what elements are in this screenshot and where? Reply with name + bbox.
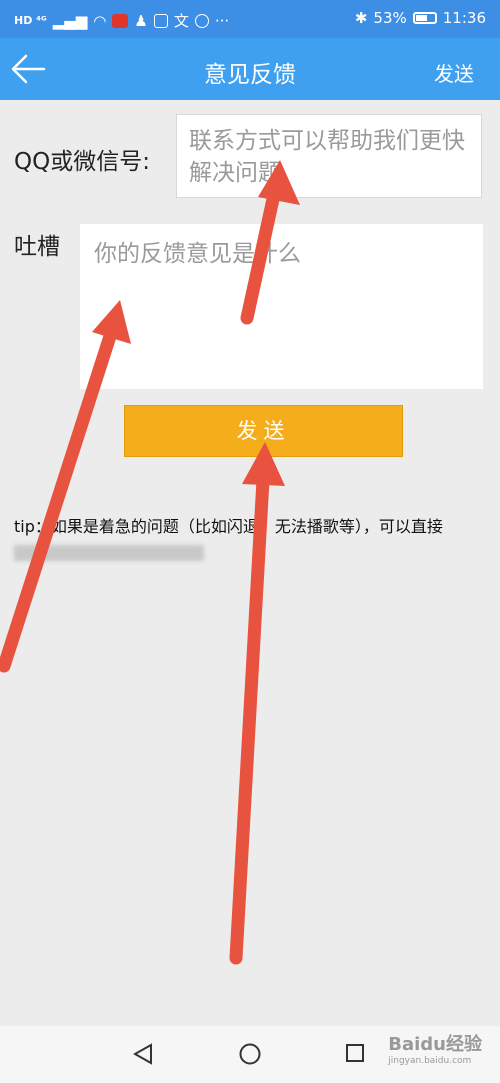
home-circle-icon[interactable] — [239, 1043, 261, 1065]
app-notification-icon — [112, 13, 129, 28]
bluetooth-icon: ✱ — [354, 9, 368, 27]
signal-icon: ▂▄▆ — [52, 11, 88, 30]
tip-text: tip：如果是着急的问题（比如闪退、无法播歌等），可以直接 — [14, 514, 492, 564]
watermark-brand: Baidu经验 — [388, 1034, 482, 1055]
watermark-url: jingyan.baidu.com — [388, 1056, 472, 1066]
page-title: 意见反馈 — [204, 62, 296, 88]
contact-label: QQ或微信号: — [14, 149, 150, 175]
app-icon — [153, 13, 168, 28]
battery-percent: 53% — [373, 9, 407, 27]
navigation-bar: 意见反馈 发送 — [0, 38, 500, 100]
qq-icon: ♟ — [134, 11, 148, 30]
submit-button[interactable]: 发送 — [124, 405, 403, 457]
header-send-button[interactable]: 发送 — [434, 58, 474, 87]
tip-text-content: tip：如果是着急的问题（比如闪退、无法播歌等），可以直接 — [14, 517, 443, 536]
recents-square-icon[interactable] — [345, 1043, 365, 1063]
watermark: Baidu经验 jingyan.baidu.com — [388, 1030, 482, 1066]
circle-app-icon — [194, 13, 209, 28]
clock: 11:36 — [442, 9, 486, 27]
feedback-textarea[interactable]: 你的反馈意见是什么 — [80, 224, 483, 389]
battery-icon — [412, 12, 437, 24]
contact-input[interactable]: 联系方式可以帮助我们更快解决问题 — [176, 114, 482, 198]
redacted-text — [14, 544, 204, 561]
back-triangle-icon[interactable] — [133, 1043, 153, 1065]
feedback-label: 吐槽 — [14, 234, 60, 260]
more-icon: ··· — [214, 11, 230, 30]
text-icon: 文 — [173, 12, 189, 30]
status-bar: HD ⁴ᴳ ▂▄▆ ◠ ♟ 文 ··· ✱ 53% 11:36 — [0, 0, 500, 38]
wifi-icon: ◠ — [93, 11, 107, 30]
network-indicator: HD ⁴ᴳ — [14, 14, 47, 27]
